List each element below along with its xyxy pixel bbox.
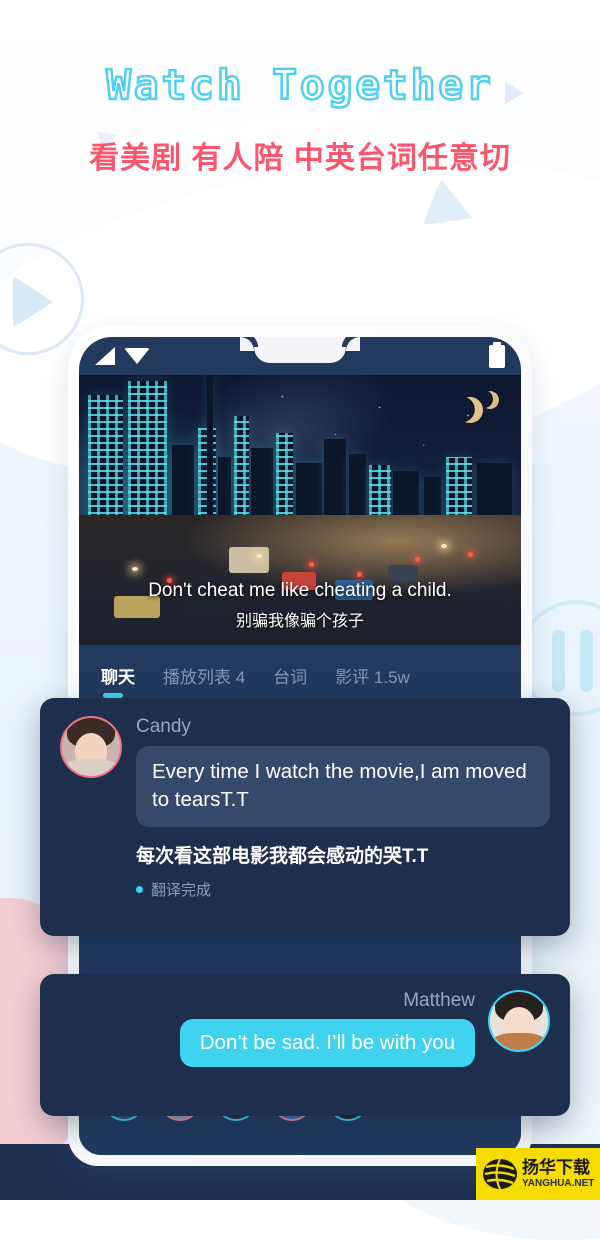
headline-chinese: 看美剧 有人陪 中英台词任意切 xyxy=(89,142,511,176)
sender-name: Matthew xyxy=(403,990,475,1011)
tab-chat[interactable]: 聊天 xyxy=(101,663,135,702)
tab-lines[interactable]: 台词 xyxy=(273,663,307,702)
chat-message-card: Matthew Don’t be sad. I’ll be with you xyxy=(40,974,570,1116)
status-dot-icon xyxy=(136,885,143,893)
translation-status: 翻译完成 xyxy=(136,879,550,900)
watermark-name-chinese: 扬华下载 xyxy=(522,1158,590,1177)
subtitle-chinese: 别骗我像骗个孩子 xyxy=(235,613,364,630)
subtitle-english: Don't cheat me like cheating a child. xyxy=(148,580,452,601)
tab-playlist[interactable]: 播放列表 4 xyxy=(163,663,245,702)
message-translation-chinese: 每次看这部电影我都会感动的哭T.T xyxy=(136,845,429,867)
subtitles: Don't cheat me like cheating a child. 别骗… xyxy=(79,580,521,631)
avatar[interactable] xyxy=(488,990,550,1052)
watermark: 扬华下载 YANGHUA.NET xyxy=(476,1148,600,1200)
status-bar xyxy=(79,337,521,375)
signal-icon xyxy=(95,347,115,365)
avatar[interactable] xyxy=(60,716,122,778)
watermark-logo-icon xyxy=(480,1154,520,1194)
watermark-name-english: YANGHUA.NET xyxy=(522,1178,595,1189)
promo-headline: Watch Together 看美剧 有人陪 中英台词任意切 xyxy=(0,60,600,177)
message-bubble-english[interactable]: Don’t be sad. I’ll be with you xyxy=(179,1019,475,1067)
message-bubble-english[interactable]: Every time I watch the movie,I am moved … xyxy=(136,746,550,827)
video-player[interactable]: Don't cheat me like cheating a child. 别骗… xyxy=(79,375,521,645)
city-skyline xyxy=(79,375,521,521)
battery-icon xyxy=(489,341,505,368)
translation-status-label: 翻译完成 xyxy=(151,881,212,899)
chat-message-card: Candy Every time I watch the movie,I am … xyxy=(40,698,570,936)
tab-bar: 聊天 播放列表 4 台词 影评 1.5w xyxy=(79,645,521,702)
tab-reviews[interactable]: 影评 1.5w xyxy=(335,663,410,702)
sender-name: Candy xyxy=(136,716,191,737)
wifi-icon xyxy=(124,348,150,364)
headline-english: Watch Together xyxy=(105,60,494,110)
